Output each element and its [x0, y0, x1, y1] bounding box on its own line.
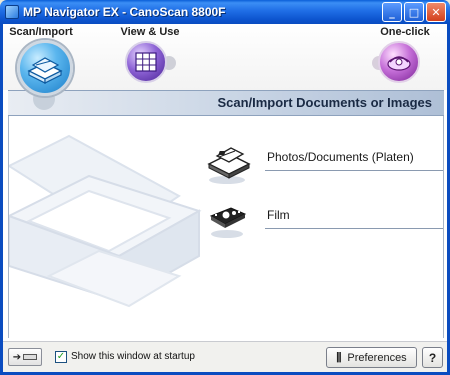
film-icon — [209, 207, 247, 238]
mode-label: View & Use — [120, 26, 180, 38]
scan-import-mode-button[interactable] — [17, 40, 73, 96]
option-underline — [265, 228, 443, 229]
title-bar[interactable]: MP Navigator EX - CanoScan 8800F _ □ ✕ — [0, 0, 450, 24]
arrow-right-icon: ➔ — [12, 351, 22, 363]
scanner-illustration — [9, 134, 202, 308]
help-button[interactable]: ? — [422, 347, 443, 368]
content-panel: Photos/Documents (Platen) Film — [8, 116, 444, 338]
navigation-toggle-button[interactable]: ➔ — [8, 348, 42, 366]
preferences-icon: ⫼ — [336, 350, 342, 364]
panel-icon — [23, 354, 38, 360]
maximize-button[interactable]: □ — [404, 2, 424, 22]
app-icon[interactable] — [5, 5, 19, 19]
minimize-button[interactable]: _ — [382, 2, 402, 22]
film-option[interactable]: Film — [205, 200, 443, 238]
section-header: Scan/Import Documents or Images — [8, 90, 444, 116]
grid-view-icon — [135, 52, 157, 72]
close-button[interactable]: ✕ — [426, 2, 446, 22]
mode-label: Scan/Import — [9, 26, 73, 38]
one-click-icon — [387, 56, 411, 71]
section-title: Scan/Import Documents or Images — [217, 95, 432, 110]
footer-bar: ➔ ✓ Show this window at startup ⫼ Prefer… — [3, 341, 447, 372]
option-label: Photos/Documents (Platen) — [267, 150, 414, 164]
view-use-mode-button[interactable] — [125, 41, 167, 83]
one-click-mode-button[interactable] — [378, 41, 420, 83]
option-label: Film — [267, 208, 290, 222]
mode-view-use[interactable]: View & Use — [110, 26, 190, 38]
startup-checkbox-label[interactable]: Show this window at startup — [71, 351, 195, 362]
mode-one-click[interactable]: One-click — [370, 26, 440, 38]
window-controls: _ □ ✕ — [382, 2, 446, 22]
scanner-icon — [27, 57, 63, 84]
window-title: MP Navigator EX - CanoScan 8800F — [23, 5, 226, 19]
preferences-label: Preferences — [347, 351, 407, 364]
startup-checkbox[interactable]: ✓ — [55, 351, 67, 363]
mode-scan-import[interactable]: Scan/Import — [6, 26, 76, 38]
preferences-button[interactable]: ⫼ Preferences — [326, 347, 417, 368]
mode-label: One-click — [380, 26, 430, 38]
photos-documents-icon — [207, 147, 251, 184]
option-underline — [265, 170, 443, 171]
photos-documents-option[interactable]: Photos/Documents (Platen) — [205, 142, 443, 184]
